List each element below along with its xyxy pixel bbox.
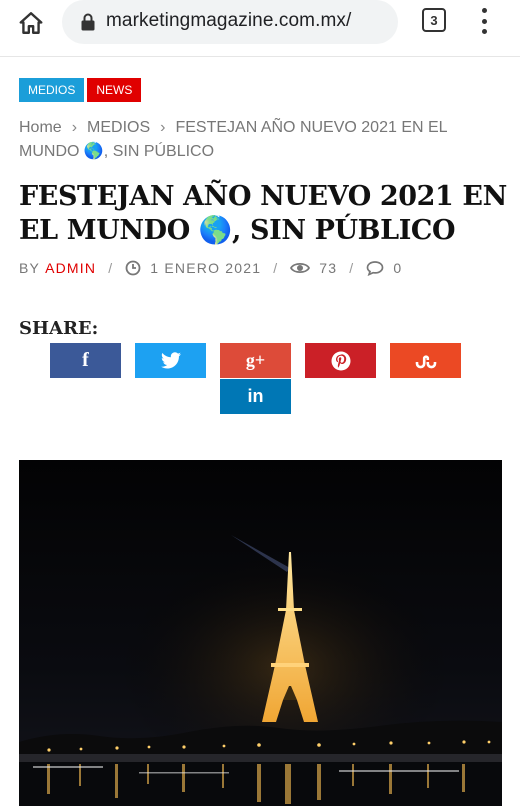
share-googleplus-button[interactable]: g+: [220, 343, 291, 378]
clock-icon: [125, 260, 141, 276]
share-facebook-button[interactable]: f: [50, 343, 121, 378]
category-badges: MEDIOS NEWS: [19, 78, 142, 102]
eye-icon: [290, 262, 311, 274]
breadcrumb-category[interactable]: MEDIOS: [87, 119, 150, 136]
linkedin-icon: in: [247, 386, 264, 406]
post-meta: BY ADMIN / 1 ENERO 2021 / 73 / 0: [19, 260, 403, 276]
twitter-icon: [160, 352, 181, 369]
share-stumbleupon-button[interactable]: [390, 343, 461, 378]
breadcrumb: Home › MEDIOS › FESTEJAN AÑO NUEVO 2021 EN E…: [19, 116, 489, 164]
page-title: FESTEJAN AÑO NUEVO 2021 EN EL MUNDO 🌎, S…: [19, 181, 507, 246]
address-bar[interactable]: marketingmagazine.com.mx/: [62, 0, 398, 44]
breadcrumb-separator: ›: [71, 119, 78, 136]
more-vert-icon[interactable]: [478, 8, 490, 34]
home-icon[interactable]: [16, 8, 46, 38]
stumbleupon-icon: [415, 354, 436, 368]
badge-news[interactable]: NEWS: [87, 78, 142, 102]
comment-count[interactable]: 0: [393, 260, 402, 276]
tab-switcher-icon[interactable]: 3: [422, 8, 446, 32]
featured-image[interactable]: [19, 460, 502, 806]
author-link[interactable]: ADMIN: [45, 260, 96, 276]
google-plus-icon: g+: [245, 350, 266, 370]
share-linkedin-button[interactable]: in: [220, 379, 291, 414]
view-count: 73: [319, 260, 338, 276]
comment-icon: [367, 261, 384, 276]
tab-count: 3: [430, 12, 438, 28]
url-text: marketingmagazine.com.mx/: [106, 10, 352, 31]
pinterest-icon: [331, 351, 350, 370]
post-date: 1 ENERO 2021: [150, 260, 262, 276]
share-twitter-button[interactable]: [135, 343, 206, 378]
browser-toolbar: marketingmagazine.com.mx/ 3: [0, 0, 520, 57]
facebook-icon: f: [82, 349, 89, 371]
breadcrumb-current: FESTEJAN AÑO NUEVO 2021 EN EL MUNDO 🌎, S…: [19, 119, 447, 160]
breadcrumb-separator: ›: [160, 119, 166, 136]
share-pinterest-button[interactable]: [305, 343, 376, 378]
breadcrumb-home[interactable]: Home: [19, 119, 62, 136]
share-label: SHARE:: [19, 318, 99, 339]
eiffel-tower-night-photo: [19, 460, 502, 806]
badge-medios[interactable]: MEDIOS: [19, 78, 85, 102]
by-label: BY: [19, 260, 41, 276]
lock-icon: [80, 13, 96, 31]
